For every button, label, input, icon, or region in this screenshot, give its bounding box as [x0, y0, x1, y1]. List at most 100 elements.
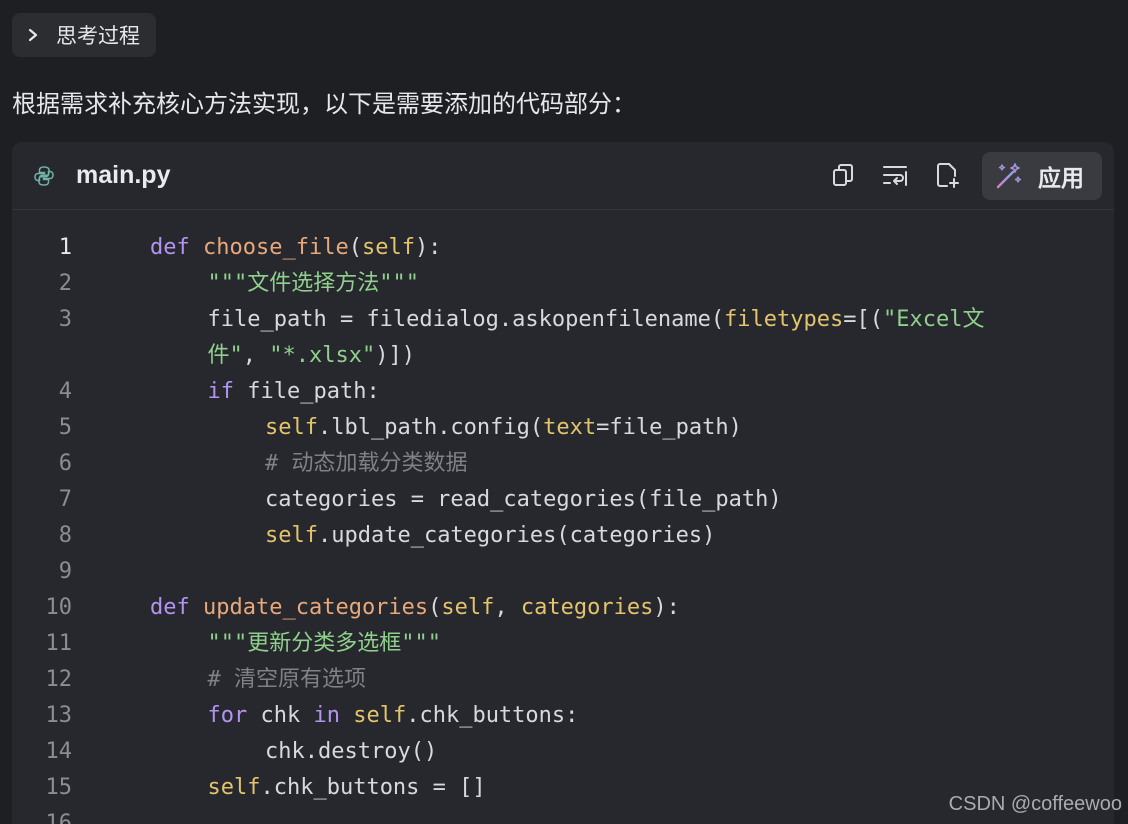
- code-token: for: [207, 703, 248, 728]
- insert-file-icon: [937, 163, 959, 188]
- code-token: chk: [247, 703, 314, 728]
- code-token: .update_categories(categories): [317, 523, 716, 548]
- copy-icon: [833, 164, 853, 186]
- apply-button[interactable]: 应用: [982, 152, 1102, 200]
- thinking-process-label: 思考过程: [56, 25, 140, 48]
- line-number: 2: [58, 271, 72, 296]
- line-number: 15: [45, 775, 73, 800]
- code-token: self: [207, 775, 261, 800]
- code-token: """更新分类多选框""": [207, 631, 441, 656]
- code-line: 12 # 清空原有选项: [12, 662, 1114, 698]
- code-block-header: main.py 应用: [12, 142, 1114, 210]
- code-token: ):: [653, 595, 680, 620]
- code-token: self: [441, 595, 495, 620]
- code-token: ,: [494, 595, 521, 620]
- code-line: 14 chk.destroy(): [12, 734, 1114, 770]
- code-line: 4 if file_path:: [12, 374, 1114, 410]
- code-token: update_categories: [203, 595, 429, 620]
- magic-wand-icon: [996, 163, 1022, 189]
- chevron-right-icon: [28, 28, 38, 42]
- wrap-lines-button[interactable]: [880, 160, 910, 190]
- code-token: filetypes: [724, 307, 844, 332]
- code-text: categories = read_categories(file_path): [265, 482, 782, 518]
- line-number: 1: [58, 235, 72, 260]
- line-number: 4: [58, 379, 72, 404]
- code-token: self: [353, 703, 407, 728]
- python-icon: [34, 166, 54, 186]
- code-token: # 清空原有选项: [207, 667, 367, 692]
- code-token: ,: [242, 343, 270, 368]
- code-text: for chk in self.chk_buttons:: [208, 698, 579, 734]
- code-token: )]): [375, 343, 415, 368]
- code-token: if: [207, 379, 235, 404]
- code-text: file_path = filedialog.askopenfilename(f…: [208, 302, 985, 338]
- code-text: def choose_file(self):: [150, 230, 441, 266]
- code-text: """更新分类多选框""": [208, 626, 441, 662]
- code-token: "*.xlsx": [269, 343, 376, 368]
- code-token: text: [543, 415, 597, 440]
- code-filename: main.py: [76, 161, 171, 189]
- code-token: in: [313, 703, 340, 728]
- code-line: 1 def choose_file(self):: [12, 230, 1114, 266]
- code-token: file_path = filedialog.askopenfilename(: [207, 307, 725, 332]
- line-number: 6: [58, 451, 72, 476]
- apply-button-label: 应用: [1038, 165, 1084, 191]
- code-token: self: [265, 415, 318, 440]
- code-line: 9: [12, 554, 1114, 590]
- code-token: categories: [520, 595, 654, 620]
- code-line: 10 def update_categories(self, categories…: [12, 590, 1114, 626]
- code-text: self.update_categories(categories): [265, 518, 715, 554]
- code-text: self.chk_buttons = []: [208, 770, 486, 806]
- line-number: 14: [45, 739, 73, 764]
- wrap-lines-icon: [883, 166, 907, 186]
- code-token: choose_file: [203, 235, 349, 260]
- code-token: .chk_buttons = []: [260, 775, 486, 800]
- code-block: main.py 应用 1 def choose_file(self): 2 ""…: [12, 142, 1114, 824]
- copy-button[interactable]: [828, 160, 858, 190]
- thinking-process-toggle[interactable]: 思考过程: [12, 13, 156, 57]
- code-line: 3 file_path = filedialog.askopenfilename(…: [12, 302, 1114, 338]
- code-token: """文件选择方法""": [207, 271, 419, 296]
- code-token: self: [265, 523, 318, 548]
- code-line: 13 for chk in self.chk_buttons:: [12, 698, 1114, 734]
- code-line: 8 self.update_categories(categories): [12, 518, 1114, 554]
- code-text: """文件选择方法""": [208, 266, 419, 302]
- line-number: 7: [58, 487, 72, 512]
- line-number: 13: [45, 703, 73, 728]
- code-text: chk.destroy(): [265, 734, 437, 770]
- code-token: .lbl_path.config(: [317, 415, 544, 440]
- code-line: 件", "*.xlsx")]): [12, 338, 1114, 374]
- code-text: self.lbl_path.config(text=file_path): [265, 410, 742, 446]
- code-text: if file_path:: [208, 374, 380, 410]
- line-number: 8: [58, 523, 72, 548]
- code-token: 件": [207, 343, 243, 368]
- line-number: 12: [45, 667, 73, 692]
- line-number: 11: [45, 631, 73, 656]
- code-token: categories = read_categories(file_path): [265, 487, 782, 512]
- code-text: # 动态加载分类数据: [265, 446, 468, 482]
- code-token: .chk_buttons:: [406, 703, 579, 728]
- line-number: 16: [45, 811, 73, 824]
- code-text: def update_categories(self, categories):: [150, 590, 680, 626]
- code-token: (: [428, 595, 442, 620]
- code-line: 6 # 动态加载分类数据: [12, 446, 1114, 482]
- code-line: 5 self.lbl_path.config(text=file_path): [12, 410, 1114, 446]
- code-token: file_path:: [234, 379, 380, 404]
- intro-text: 根据需求补充核心方法实现，以下是需要添加的代码部分：: [12, 91, 636, 118]
- code-token: def: [150, 235, 190, 260]
- code-token: =file_path): [596, 415, 742, 440]
- code-token: def: [150, 595, 190, 620]
- line-number: 5: [58, 415, 72, 440]
- code-text: 件", "*.xlsx")]): [208, 338, 415, 374]
- insert-file-button[interactable]: [932, 160, 962, 190]
- code-line: 11 """更新分类多选框""": [12, 626, 1114, 662]
- code-token: chk.destroy(): [265, 739, 438, 764]
- watermark: CSDN @coffeewoo: [948, 793, 1122, 815]
- line-number: 3: [58, 307, 72, 332]
- code-token: self: [361, 235, 415, 260]
- code-token: # 动态加载分类数据: [265, 451, 468, 476]
- code-token: ):: [414, 235, 442, 260]
- code-text: # 清空原有选项: [208, 662, 367, 698]
